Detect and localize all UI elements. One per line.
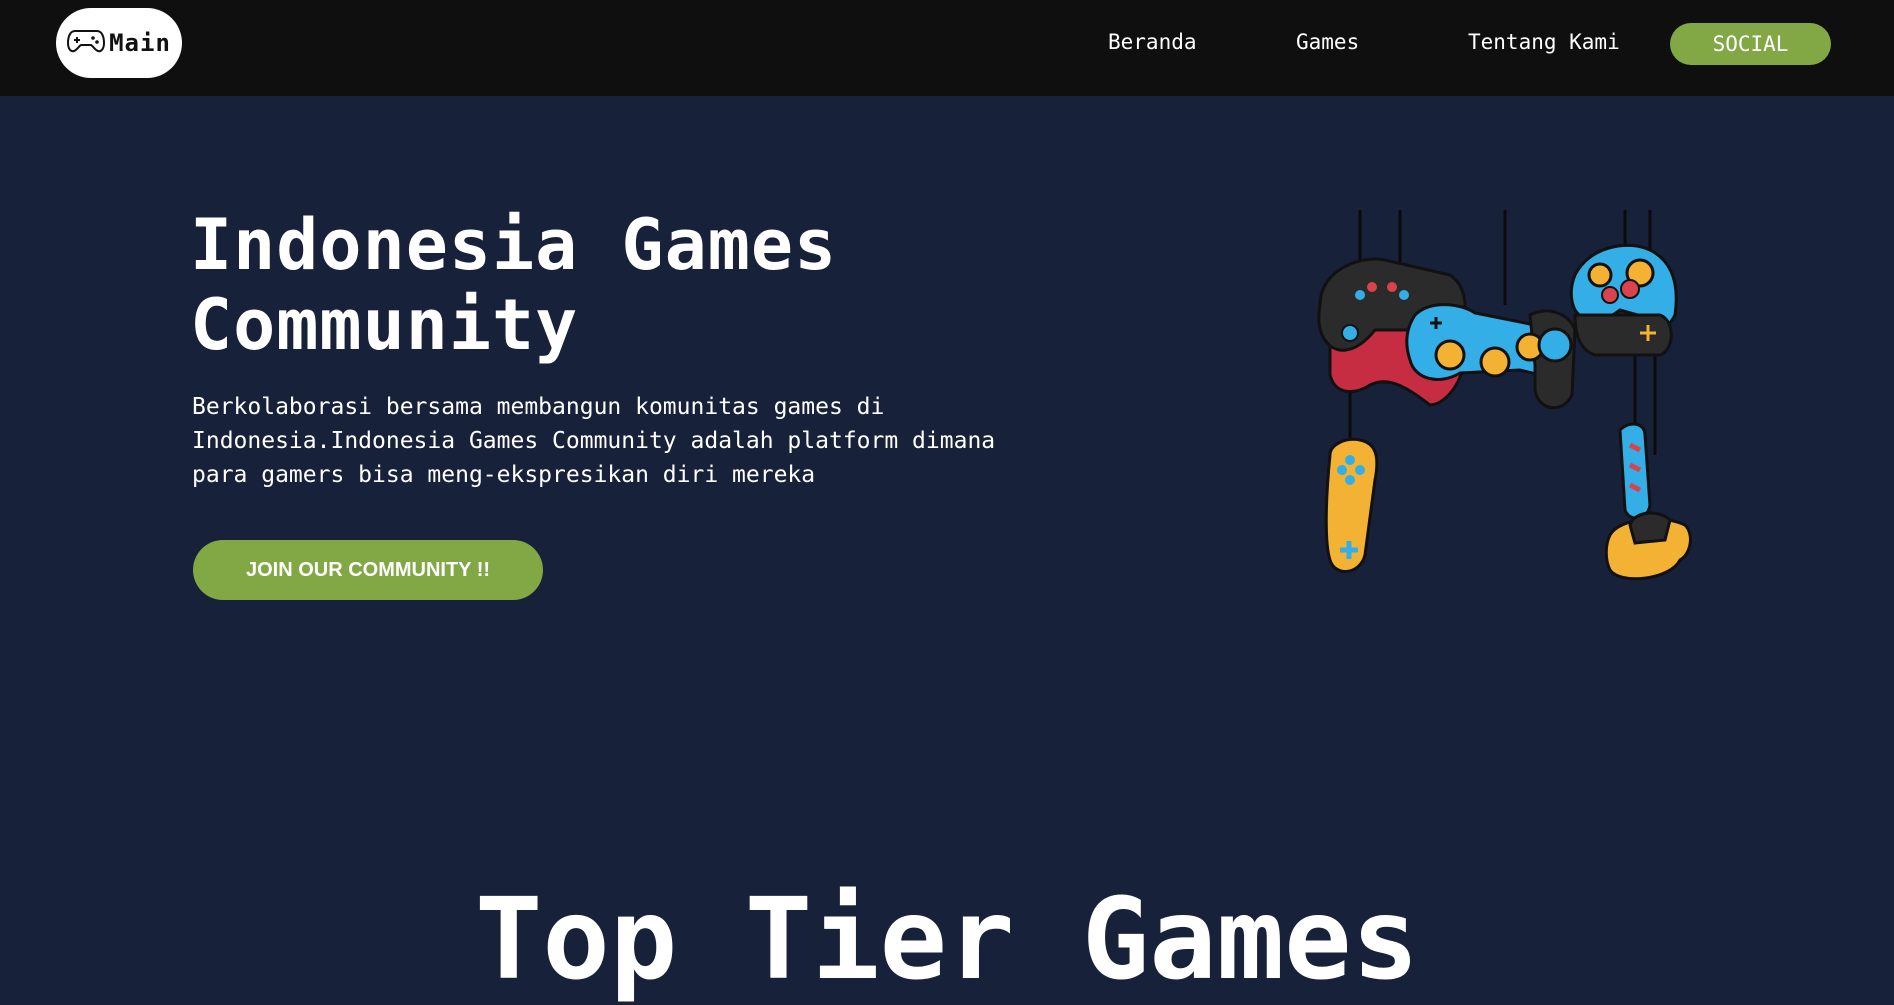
hero-title: Indonesia Games Community — [190, 205, 1010, 365]
nav-link-beranda[interactable]: Beranda — [1108, 30, 1197, 54]
hero-title-line1: Indonesia Games — [190, 204, 838, 286]
gamepad-icon — [67, 25, 106, 61]
logo[interactable]: Main — [56, 8, 182, 78]
section-title-top-tier-games: Top Tier Games — [474, 875, 1419, 1005]
hanging-controllers-illustration — [1317, 210, 1692, 581]
hero-description: Berkolaborasi bersama membangun komunita… — [192, 394, 996, 488]
social-button[interactable]: SOCIAL — [1670, 23, 1831, 65]
nav-link-tentang-kami[interactable]: Tentang Kami — [1468, 30, 1620, 54]
hero-title-line2: Community — [190, 284, 579, 366]
navbar: Main Beranda Games Tentang Kami SOCIAL — [0, 0, 1894, 96]
logo-text: Main — [109, 29, 171, 57]
join-community-button[interactable]: JOIN OUR COMMUNITY !! — [193, 540, 543, 600]
nav-link-games[interactable]: Games — [1296, 30, 1359, 54]
